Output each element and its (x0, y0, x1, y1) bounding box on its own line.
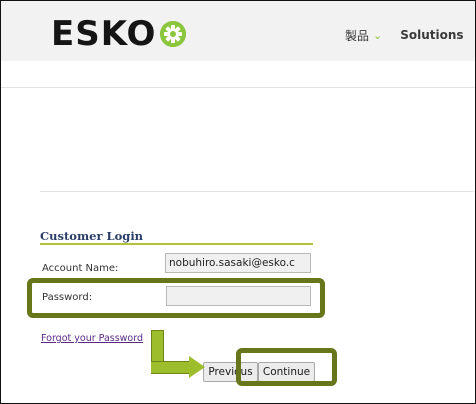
forgot-password-link[interactable]: Forgot your Password (41, 333, 143, 344)
sub-navigation-bar (1, 61, 475, 88)
site-header: ESKO 製品 ⌄ Solutions (1, 1, 475, 61)
esko-star-logo-icon (160, 21, 187, 47)
login-title: Customer Login (40, 229, 144, 243)
account-name-label: Account Name: (42, 263, 119, 274)
esko-logo[interactable]: ESKO (51, 14, 187, 54)
content-divider (40, 191, 474, 192)
nav-solutions[interactable]: Solutions (400, 28, 463, 42)
password-highlight-box (27, 278, 325, 318)
arrow-guide-horizontal (151, 361, 191, 374)
account-name-field[interactable]: nobuhiro.sasaki@esko.c (165, 253, 311, 273)
chevron-down-icon[interactable]: ⌄ (373, 29, 382, 42)
login-title-underline (40, 243, 313, 245)
continue-highlight-box (236, 348, 337, 386)
arrow-right-icon (189, 356, 205, 378)
nav-products[interactable]: 製品 (345, 27, 369, 44)
logo-text: ESKO (51, 14, 157, 54)
top-nav: 製品 ⌄ Solutions (345, 25, 464, 45)
